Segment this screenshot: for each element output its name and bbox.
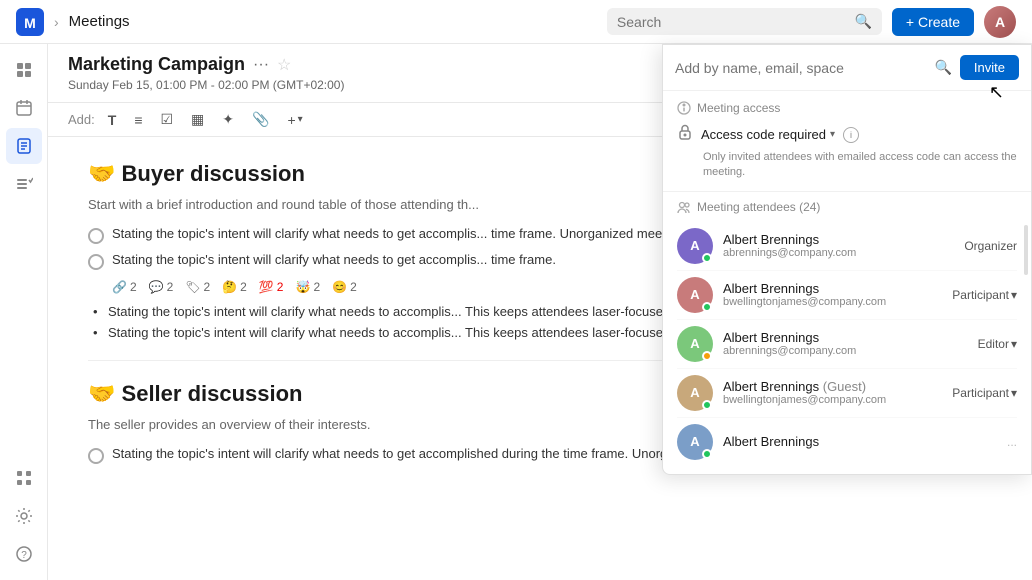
svg-text:?: ? [21, 550, 27, 561]
meeting-access-label: Meeting access [697, 101, 780, 115]
invite-search-icon: 🔍 [934, 59, 951, 76]
format-style-button[interactable]: ✦ [217, 109, 239, 130]
attendee-row-4: A Albert Brennings (Guest) bwellingtonja… [677, 369, 1017, 418]
attendee-role-5: ... [1007, 435, 1017, 449]
attendee-info-3: Albert Brennings abrennings@company.com [723, 330, 968, 357]
create-button[interactable]: + Create [892, 8, 974, 36]
hundred-reaction[interactable]: 💯 2 [259, 280, 284, 294]
attendee-info-4: Albert Brennings (Guest) bwellingtonjame… [723, 379, 942, 406]
attendee-avatar-2: A [677, 277, 713, 313]
smile-reaction[interactable]: 😊 2 [332, 280, 357, 294]
attendees-section: Meeting attendees (24) A Albert Brenning… [663, 192, 1031, 474]
sidebar-item-help[interactable]: ? [6, 536, 42, 572]
attendee-email-2: bwellingtonjames@company.com [723, 296, 942, 308]
attendee-row-1: A Albert Brennings abrennings@company.co… [677, 222, 1017, 271]
access-code-button[interactable]: Access code required ▾ [701, 127, 835, 142]
invite-search-row: 🔍 Invite [663, 45, 1031, 91]
app-logo[interactable]: M [16, 8, 44, 36]
think-reaction[interactable]: 🤔 2 [222, 280, 247, 294]
lock-icon [677, 123, 693, 146]
search-bar: 🔍 [607, 8, 882, 35]
meeting-title: Marketing Campaign [68, 54, 245, 75]
format-list-button[interactable]: ≡ [129, 110, 147, 130]
attendee-avatar-1: A [677, 228, 713, 264]
access-desc: Only invited attendees with emailed acce… [703, 150, 1017, 181]
sidebar-item-calendar[interactable] [6, 90, 42, 126]
top-nav: M › Meetings 🔍 + Create A [0, 0, 1032, 44]
attendee-info-1: Albert Brennings abrennings@company.com [723, 232, 954, 259]
attendee-role-1: Organizer [964, 239, 1017, 253]
attendee-avatar-4: A [677, 375, 713, 411]
meeting-star-button[interactable]: ☆ [277, 55, 291, 75]
attendee-avatar-5: A [677, 424, 713, 460]
invite-panel-button[interactable]: Invite [960, 55, 1019, 80]
attendee-name-5: Albert Brennings [723, 434, 997, 449]
sidebar-item-home[interactable] [6, 52, 42, 88]
svg-text:M: M [24, 15, 36, 31]
attendee-role-2[interactable]: Participant ▾ [952, 288, 1017, 302]
attendee-info-2: Albert Brennings bwellingtonjames@compan… [723, 281, 942, 308]
attendee-email-4: bwellingtonjames@company.com [723, 394, 942, 406]
access-code-label: Access code required [701, 127, 826, 142]
todo-circle-2[interactable] [88, 254, 104, 270]
left-sidebar: ? [0, 44, 48, 580]
attendee-avatar-3: A [677, 326, 713, 362]
invite-panel: 🔍 Invite Meeting access Access code requ… [662, 44, 1032, 475]
attendee-row-2: A Albert Brennings bwellingtonjames@comp… [677, 271, 1017, 320]
format-table-button[interactable]: ▦ [186, 109, 209, 130]
invite-search-input[interactable] [675, 60, 926, 76]
search-icon: 🔍 [854, 13, 871, 30]
attendee-row-3: A Albert Brennings abrennings@company.co… [677, 320, 1017, 369]
attendee-role-4[interactable]: Participant ▾ [952, 386, 1017, 400]
seller-todo-circle[interactable] [88, 448, 104, 464]
search-input[interactable] [617, 14, 849, 30]
format-text-button[interactable]: T [103, 110, 122, 130]
sidebar-item-notes[interactable] [6, 128, 42, 164]
attendee-name-3: Albert Brennings [723, 330, 968, 345]
chevron-down-icon: ▾ [830, 129, 835, 140]
attendee-info-5: Albert Brennings [723, 434, 997, 449]
link-reaction[interactable]: 🔗 2 [112, 280, 137, 294]
todo-circle-1[interactable] [88, 228, 104, 244]
meeting-dots-button[interactable]: ··· [253, 56, 269, 74]
attendee-name-2: Albert Brennings [723, 281, 942, 296]
buyer-emoji: 🤝 [88, 161, 115, 186]
format-more-button[interactable]: + ▾ [282, 110, 307, 130]
sidebar-item-settings[interactable] [6, 498, 42, 534]
format-attach-button[interactable]: 📎 [247, 109, 274, 130]
user-avatar[interactable]: A [984, 6, 1016, 38]
seller-emoji: 🤝 [88, 381, 115, 406]
attendees-header-label: Meeting attendees (24) [697, 200, 820, 214]
attendee-row-5: A Albert Brennings ... [677, 418, 1017, 466]
attendee-email-1: abrennings@company.com [723, 247, 954, 259]
attendee-name-4: Albert Brennings (Guest) [723, 379, 942, 394]
access-code-row: Access code required ▾ i [677, 123, 1017, 146]
tag-reaction[interactable]: 🏷 2 [185, 280, 210, 294]
sidebar-item-tasks[interactable] [6, 166, 42, 202]
add-label: Add: [68, 112, 95, 127]
nav-title: Meetings [69, 13, 130, 30]
meeting-access-label-row: Meeting access [677, 101, 1017, 115]
comment-reaction[interactable]: 💬 2 [149, 280, 174, 294]
scrollbar-indicator [1024, 225, 1028, 275]
info-icon[interactable]: i [843, 127, 859, 143]
meeting-access-section: Meeting access Access code required ▾ i … [663, 91, 1031, 192]
explode-reaction[interactable]: 🤯 2 [295, 280, 320, 294]
attendees-header: Meeting attendees (24) [677, 200, 1017, 214]
meeting-date: Sunday Feb 15, 01:00 PM - 02:00 PM (GMT+… [68, 78, 344, 102]
sidebar-item-grid[interactable] [6, 460, 42, 496]
attendee-role-3[interactable]: Editor ▾ [978, 337, 1017, 351]
nav-chevron: › [54, 14, 59, 30]
attendee-name-1: Albert Brennings [723, 232, 954, 247]
attendee-email-3: abrennings@company.com [723, 345, 968, 357]
format-checklist-button[interactable]: ☑ [155, 109, 178, 130]
